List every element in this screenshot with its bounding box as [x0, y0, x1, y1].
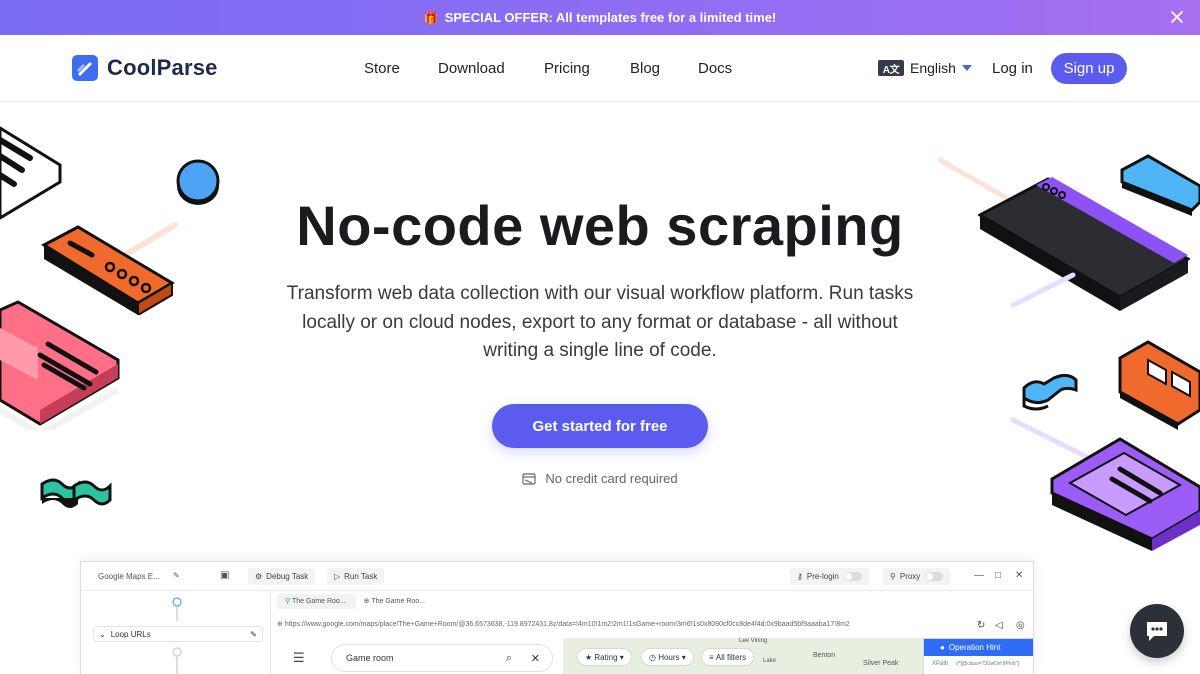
url-bar[interactable]: ⊕ https://www.google.com/maps/place/The+… — [277, 620, 977, 628]
logo[interactable]: CoolParse — [72, 55, 218, 81]
language-label: English — [910, 60, 956, 76]
map-label-lee-vining: Lee Vining — [739, 638, 768, 644]
no-credit-card-note: No credit card required — [0, 471, 1200, 486]
operation-hint-title: Operation Hint — [948, 643, 1001, 652]
play-icon: ▷ — [334, 572, 341, 581]
hours-filter[interactable]: ◷ Hours ▾ — [641, 648, 694, 666]
lightbulb-icon: ● — [940, 643, 945, 652]
nav-download[interactable]: Download — [438, 60, 505, 77]
chevron-down-icon: ⌄ — [99, 629, 106, 639]
search-icon[interactable]: ⌕ — [506, 652, 512, 665]
map-label-lake: Lake — [763, 658, 777, 664]
run-task-label: Run Task — [344, 572, 378, 581]
no-credit-card-text: No credit card required — [545, 471, 678, 486]
tab-game-room-1[interactable]: ⚲ The Game Roo... — [277, 594, 356, 609]
gift-icon: 🎁 — [423, 10, 439, 25]
pencil-icon[interactable]: ✎ — [250, 630, 257, 639]
map-label-silver-peak: Silver Peak — [863, 660, 899, 667]
operation-hint-panel: ● Operation Hint ⌃ XPath //*[@class="DUw… — [923, 638, 1033, 674]
proxy-label: Proxy — [899, 572, 921, 581]
window-close-icon[interactable]: ✕ — [1015, 570, 1023, 581]
orange-media-illustration — [1118, 340, 1200, 430]
logo-icon — [72, 55, 98, 81]
globe-icon: ⊕ — [277, 621, 285, 628]
pre-login-toggle[interactable]: ⚷ Pre-login — [790, 568, 869, 585]
nav-store[interactable]: Store — [364, 60, 400, 77]
workflow-connector — [172, 647, 182, 674]
pink-block-illustration — [0, 300, 120, 430]
workflow-pane: ⌄ Loop URLs ✎ — [81, 591, 271, 674]
login-link[interactable]: Log in — [992, 60, 1033, 77]
app-preview-window: Google Maps E... ✎ ▣ ⚙ Debug Task ▷ Run … — [80, 561, 1034, 674]
all-filters-label: All filters — [715, 652, 747, 662]
chat-button[interactable] — [1130, 604, 1184, 658]
save-icon[interactable]: ▣ — [220, 570, 229, 581]
clear-icon[interactable]: ✕ — [531, 652, 540, 665]
purple-block-illustration — [1050, 437, 1200, 551]
rating-label: Rating — [594, 652, 618, 662]
nav-docs[interactable]: Docs — [698, 60, 732, 77]
minimize-icon[interactable]: — — [974, 570, 984, 581]
tab-game-room-2[interactable]: ⊕ The Game Roo... — [356, 594, 433, 609]
maximize-icon[interactable]: □ — [995, 570, 1001, 581]
debug-task-label: Debug Task — [266, 572, 309, 581]
nav-pricing[interactable]: Pricing — [544, 60, 590, 77]
hint-xpath-label: XPath — [932, 661, 949, 667]
globe-icon: ⊕ — [363, 598, 370, 605]
debug-task-button[interactable]: ⚙ Debug Task — [248, 568, 316, 585]
speaker-icon[interactable]: ◁ — [995, 620, 1003, 631]
operation-hint-header: ● Operation Hint ⌃ — [924, 639, 1033, 656]
brand-name: CoolParse — [107, 55, 218, 80]
run-task-button[interactable]: ▷ Run Task — [327, 568, 385, 585]
proxy-toggle[interactable]: ⚲ Proxy — [883, 568, 951, 585]
chevron-down-icon — [961, 65, 972, 71]
task-name: Google Maps E... — [98, 572, 160, 581]
url-text: https://www.google.com/maps/place/The+Ga… — [284, 621, 850, 628]
map-pin-icon: ⚲ — [285, 598, 291, 605]
blue-bracket-illustration — [1022, 373, 1078, 411]
credit-card-icon — [522, 472, 536, 485]
hint-xpath-value: //*[@class="DUwDvf lfPIob"] — [956, 661, 1019, 667]
map-label-benton: Benton — [813, 652, 836, 659]
proxy-switch[interactable] — [925, 572, 944, 581]
hero-title: No-code web scraping — [296, 194, 904, 257]
maps-search-input[interactable]: Game room ⌕ ✕ — [331, 644, 553, 672]
close-icon[interactable] — [1168, 8, 1186, 26]
refresh-icon[interactable]: ↻ — [977, 620, 985, 631]
promo-text: SPECIAL OFFER: All templates free for a … — [444, 10, 777, 25]
rating-filter[interactable]: ★ Rating ▾ — [577, 648, 632, 666]
debug-icon: ⚙ — [255, 572, 263, 581]
promo-banner: 🎁 SPECIAL OFFER: All templates free for … — [0, 0, 1200, 35]
nav-blog[interactable]: Blog — [630, 60, 660, 77]
pre-login-label: Pre-login — [806, 572, 839, 581]
workflow-start-icon — [172, 597, 182, 621]
tab-1-label: The Game Roo... — [291, 598, 346, 605]
chat-icon — [1147, 622, 1167, 641]
all-filters-button[interactable]: ≡ All filters — [701, 648, 755, 666]
hours-label: Hours — [658, 652, 680, 662]
edit-icon[interactable]: ✎ — [173, 571, 180, 580]
loop-urls-step[interactable]: ⌄ Loop URLs ✎ — [93, 626, 263, 642]
get-started-button[interactable]: Get started for free — [492, 404, 708, 448]
translate-icon: A文 — [878, 60, 904, 76]
language-selector[interactable]: A文 English — [878, 60, 972, 76]
tab-2-label: The Game Roo... — [371, 598, 426, 605]
hero-subtitle: Transform web data collection with our v… — [286, 283, 914, 361]
key-icon: ⚷ — [797, 572, 803, 581]
hamburger-menu-icon[interactable]: ☰ — [293, 650, 305, 666]
search-value: Game room — [346, 653, 394, 663]
lavender-streak — [1010, 272, 1076, 308]
pre-login-switch[interactable] — [843, 572, 862, 581]
browser-tabs: ⚲ The Game Roo... ⊕ The Game Roo... — [277, 594, 433, 609]
loop-urls-label: Loop URLs — [110, 629, 151, 639]
site-header: CoolParse Store Download Pricing Blog Do… — [0, 35, 1200, 102]
signup-button[interactable]: Sign up — [1051, 53, 1127, 84]
app-toolbar: Google Maps E... ✎ ▣ ⚙ Debug Task ▷ Run … — [81, 562, 1033, 591]
proxy-icon: ⚲ — [890, 572, 896, 581]
target-icon[interactable]: ◎ — [1016, 620, 1025, 631]
